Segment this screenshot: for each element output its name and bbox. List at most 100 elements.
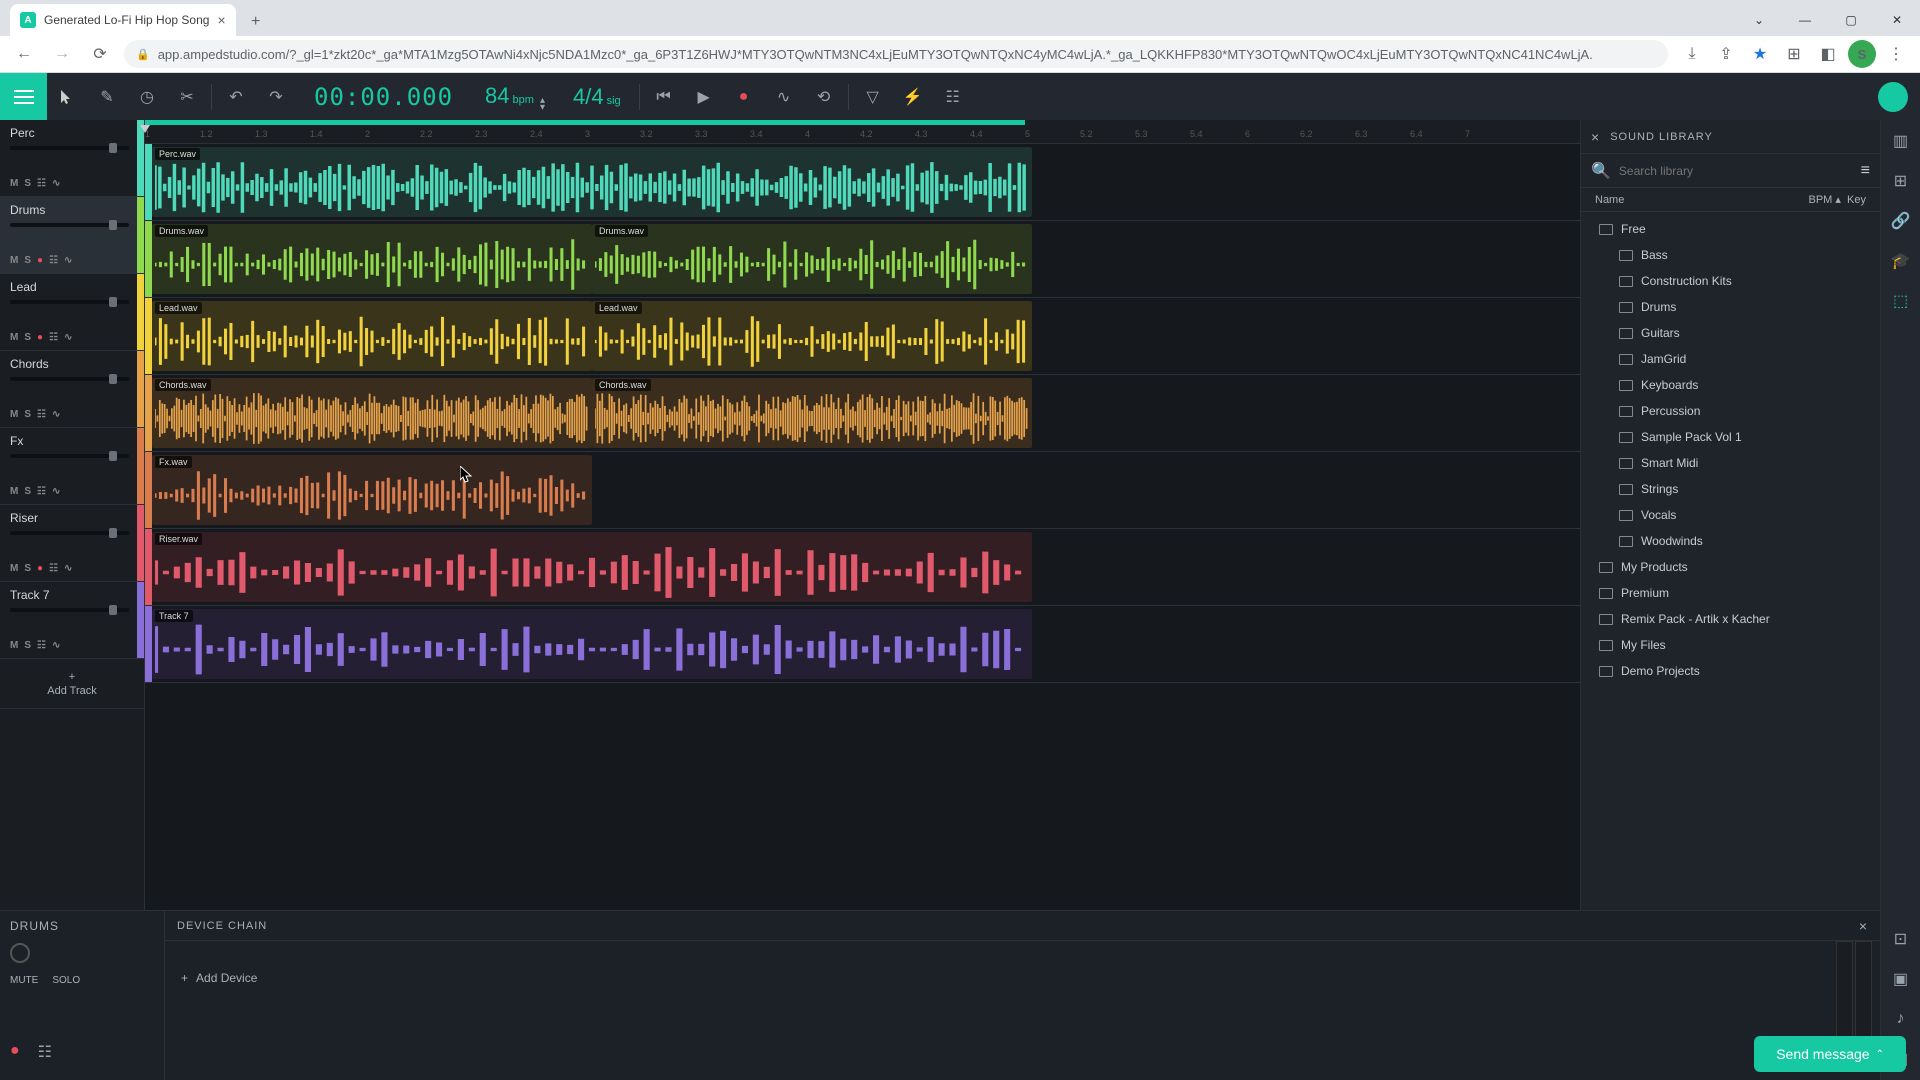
library-folder[interactable]: Premium xyxy=(1581,580,1880,606)
envelope-icon[interactable]: ∿ xyxy=(52,409,60,420)
track-header[interactable]: Track 7 M S ☷ ∿ xyxy=(0,582,144,659)
volume-slider[interactable] xyxy=(10,531,129,535)
tab-close-icon[interactable]: × xyxy=(217,12,225,28)
share-icon[interactable]: ⇪ xyxy=(1712,40,1740,68)
library-folder[interactable]: Strings xyxy=(1581,476,1880,502)
audio-clip[interactable]: Lead.wav xyxy=(152,301,592,371)
audio-clip[interactable]: Drums.wav xyxy=(152,224,592,294)
timeline-ruler[interactable]: 11.21.31.422.22.32.433.23.33.444.24.34.4… xyxy=(145,120,1580,144)
filter-icon[interactable]: ≡ xyxy=(1861,162,1870,180)
volume-slider[interactable] xyxy=(10,454,129,458)
solo-button[interactable]: S xyxy=(24,178,31,189)
mute-button[interactable]: M xyxy=(10,486,18,497)
automation-icon[interactable]: ☷ xyxy=(37,640,46,651)
volume-slider[interactable] xyxy=(10,608,129,612)
automation-icon[interactable]: ☷ xyxy=(37,486,46,497)
track-lane[interactable]: Perc.wav xyxy=(145,144,1580,221)
bpm-control[interactable]: 84 bpm ▴▾ xyxy=(471,83,559,111)
reload-button[interactable]: ⟳ xyxy=(86,40,114,68)
timecode-display[interactable]: 00:00.000 xyxy=(296,83,471,111)
envelope-icon[interactable]: ∿ xyxy=(64,332,72,343)
extensions-icon[interactable]: ⊞ xyxy=(1780,40,1808,68)
automation-icon[interactable]: ☷ xyxy=(37,409,46,420)
automation-icon[interactable]: ☷ xyxy=(49,255,58,266)
snap-rail-icon[interactable]: ⊡ xyxy=(1890,928,1912,950)
new-tab-button[interactable]: + xyxy=(242,8,270,36)
add-track-button[interactable]: + Add Track xyxy=(0,659,144,709)
mixer-icon[interactable]: ☷ xyxy=(933,73,973,120)
automation-icon[interactable]: ∿ xyxy=(764,73,804,120)
library-folder[interactable]: Smart Midi xyxy=(1581,450,1880,476)
chevron-down-icon[interactable]: ⌄ xyxy=(1736,4,1782,36)
bpm-stepper-icon[interactable]: ▴▾ xyxy=(540,97,545,111)
library-rail-icon[interactable]: ▥ xyxy=(1890,130,1912,152)
library-folder[interactable]: Construction Kits xyxy=(1581,268,1880,294)
metronome-icon[interactable]: ▽ xyxy=(853,73,893,120)
stopwatch-tool[interactable]: ◷ xyxy=(127,73,167,120)
grid-rail-icon[interactable]: ⊞ xyxy=(1890,170,1912,192)
track-header[interactable]: Fx M S ☷ ∿ xyxy=(0,428,144,505)
volume-slider[interactable] xyxy=(10,223,129,227)
track-lane[interactable]: Riser.wav xyxy=(145,529,1580,606)
track-header[interactable]: Riser M S ● ☷ ∿ xyxy=(0,505,144,582)
library-folder[interactable]: Keyboards xyxy=(1581,372,1880,398)
mute-button[interactable]: M xyxy=(10,409,18,420)
library-folder[interactable]: My Files xyxy=(1581,632,1880,658)
mute-button[interactable]: M xyxy=(10,332,18,343)
volume-slider[interactable] xyxy=(10,146,129,150)
library-folder[interactable]: Guitars xyxy=(1581,320,1880,346)
panel-rail-icon[interactable]: ▣ xyxy=(1890,968,1912,990)
track-lane[interactable]: Drums.wav Drums.wav xyxy=(145,221,1580,298)
sidepanel-icon[interactable]: ◧ xyxy=(1814,40,1842,68)
address-bar[interactable]: 🔒 app.ampedstudio.com/?_gl=1*zkt20c*_ga*… xyxy=(124,40,1668,68)
solo-button[interactable]: S xyxy=(24,563,31,574)
arm-icon[interactable]: ● xyxy=(37,563,43,574)
arm-icon[interactable]: ● xyxy=(37,255,43,266)
library-close-icon[interactable]: × xyxy=(1591,129,1600,145)
mute-button[interactable]: M xyxy=(10,255,18,266)
library-folder[interactable]: Free xyxy=(1581,216,1880,242)
envelope-icon[interactable]: ∿ xyxy=(52,178,60,189)
library-folder[interactable]: Drums xyxy=(1581,294,1880,320)
track-header[interactable]: Lead M S ● ☷ ∿ xyxy=(0,274,144,351)
track-lane[interactable]: Fx.wav xyxy=(145,452,1580,529)
mute-button[interactable]: M xyxy=(10,640,18,651)
forward-button[interactable]: → xyxy=(48,40,76,68)
piano-rail-icon[interactable]: ♪ xyxy=(1890,1008,1912,1030)
audio-clip[interactable]: Lead.wav xyxy=(592,301,1032,371)
track-lane[interactable]: Track 7 xyxy=(145,606,1580,683)
col-key[interactable]: Key xyxy=(1847,194,1866,206)
automation-icon[interactable]: ☷ xyxy=(37,178,46,189)
solo-button[interactable]: S xyxy=(24,640,31,651)
bookmark-star-icon[interactable]: ★ xyxy=(1746,40,1774,68)
track-header[interactable]: Chords M S ☷ ∿ xyxy=(0,351,144,428)
library-folder[interactable]: Woodwinds xyxy=(1581,528,1880,554)
rewind-button[interactable]: ⏮ xyxy=(644,73,684,120)
play-button[interactable]: ▶ xyxy=(684,73,724,120)
library-folder[interactable]: Remix Pack - Artik x Kacher xyxy=(1581,606,1880,632)
pencil-tool[interactable]: ✎ xyxy=(87,73,127,120)
hamburger-menu-button[interactable] xyxy=(0,73,47,120)
volume-slider[interactable] xyxy=(10,300,129,304)
audio-clip[interactable]: Riser.wav xyxy=(152,532,1032,602)
monitor-icon[interactable]: ☷ xyxy=(38,1042,52,1062)
arm-record-icon[interactable]: ● xyxy=(10,1042,20,1062)
arm-icon[interactable]: ● xyxy=(37,332,43,343)
solo-button[interactable]: S xyxy=(24,255,31,266)
envelope-icon[interactable]: ∿ xyxy=(64,563,72,574)
record-button[interactable]: ● xyxy=(724,73,764,120)
envelope-icon[interactable]: ∿ xyxy=(52,640,60,651)
install-icon[interactable]: ⤓ xyxy=(1678,40,1706,68)
device-panel-close-icon[interactable]: × xyxy=(1859,918,1868,934)
maximize-icon[interactable]: ▢ xyxy=(1828,4,1874,36)
link-rail-icon[interactable]: 🔗 xyxy=(1890,210,1912,232)
learn-rail-icon[interactable]: 🎓 xyxy=(1890,250,1912,272)
volume-slider[interactable] xyxy=(10,377,129,381)
library-folder[interactable]: Demo Projects xyxy=(1581,658,1880,684)
redo-button[interactable]: ↷ xyxy=(256,73,296,120)
envelope-icon[interactable]: ∿ xyxy=(52,486,60,497)
time-signature-control[interactable]: 4/4 sig xyxy=(559,84,635,110)
automation-icon[interactable]: ☷ xyxy=(49,563,58,574)
solo-button[interactable]: S xyxy=(24,409,31,420)
add-device-button[interactable]: + Add Device xyxy=(181,971,257,985)
